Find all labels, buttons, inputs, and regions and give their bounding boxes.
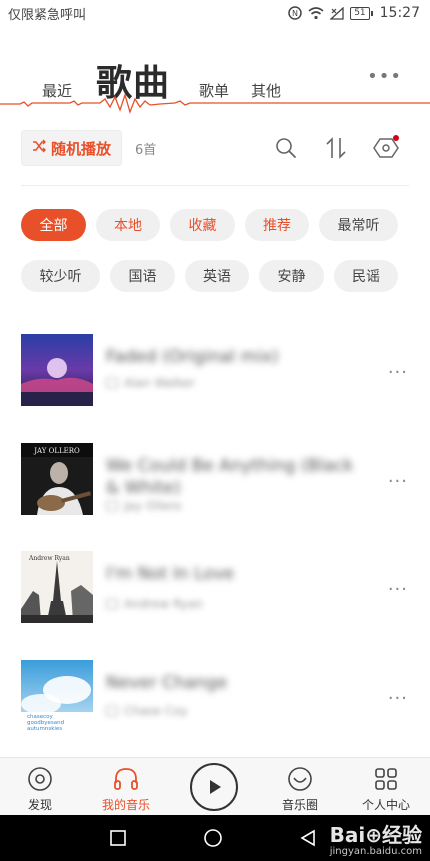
nav-discover[interactable]: 发现 <box>20 758 60 816</box>
headphones-icon <box>111 764 141 794</box>
song-more-icon[interactable]: ··· <box>388 688 408 709</box>
quality-badge-icon <box>106 501 118 511</box>
bottom-nav: 发现 我的音乐 音乐圈 个人中心 <box>0 757 430 815</box>
svg-text:N: N <box>292 9 298 18</box>
system-nav-bar: Bai⊕经验 jingyan.baidu.com <box>0 815 430 861</box>
watermark: Bai⊕经验 jingyan.baidu.com <box>330 819 422 857</box>
disc-icon <box>25 764 55 794</box>
song-title: We Could Be Anything (Black & White) <box>106 456 354 498</box>
album-cover: chasecoy goodbyesand autumnskies <box>21 660 93 732</box>
smile-icon <box>285 764 315 794</box>
song-title: Faded (Original mix) <box>106 347 279 367</box>
song-row[interactable]: JAY OLLERO We Could Be Anything (Black &… <box>0 443 430 533</box>
album-cover <box>21 334 93 406</box>
wifi-icon <box>308 6 324 20</box>
album-cover: Andrew Ryan <box>21 551 93 623</box>
nav-my-music-label: 我的音乐 <box>101 798 150 812</box>
song-row[interactable]: chasecoy goodbyesand autumnskies Never C… <box>0 660 430 750</box>
chip-mandarin[interactable]: 国语 <box>110 260 175 292</box>
quality-badge-icon <box>106 599 118 609</box>
quality-badge-icon <box>106 706 118 716</box>
watermark-main: Bai⊕经验 <box>329 823 422 847</box>
song-artist: Andrew Ryan <box>106 597 203 611</box>
song-title: Never Change <box>106 673 228 693</box>
chip-recommended[interactable]: 推荐 <box>245 209 309 241</box>
chip-folk[interactable]: 民谣 <box>334 260 398 292</box>
settings-hex-icon[interactable] <box>372 134 400 162</box>
nav-music-circle[interactable]: 音乐圈 <box>278 758 322 816</box>
shuffle-icon <box>32 139 47 157</box>
shuffle-play-button[interactable]: 随机播放 <box>21 130 122 166</box>
nav-profile-label: 个人中心 <box>361 798 410 812</box>
song-artist-text: Chase Coy <box>124 704 188 718</box>
action-row: 随机播放 6首 <box>0 130 430 170</box>
nfc-icon: N <box>288 6 302 20</box>
song-artist-text: Alan Walker <box>124 376 195 390</box>
tab-wave-decoration <box>0 92 430 115</box>
song-row[interactable]: Andrew Ryan I'm Not In Love Andrew Ryan … <box>0 551 430 641</box>
status-icons: N 51 15:27 <box>288 5 420 21</box>
carrier-text: 仅限紧急呼叫 <box>8 7 87 23</box>
album-cover: JAY OLLERO <box>21 443 93 515</box>
play-icon <box>210 780 221 794</box>
chip-quiet[interactable]: 安静 <box>259 260 324 292</box>
song-count: 6首 <box>135 143 157 158</box>
song-artist: Chase Coy <box>106 704 188 718</box>
clock: 15:27 <box>379 5 420 21</box>
song-artist: Jay Ollero <box>106 499 181 513</box>
search-icon[interactable] <box>272 134 300 162</box>
song-more-icon[interactable]: ··· <box>388 471 408 492</box>
song-more-icon[interactable]: ··· <box>388 579 408 600</box>
nav-my-music[interactable]: 我的音乐 <box>96 758 156 816</box>
home-circle-icon[interactable] <box>203 828 223 848</box>
quality-badge-icon <box>106 378 118 388</box>
recents-square-icon[interactable] <box>108 828 128 848</box>
more-options-icon[interactable]: ••• <box>367 66 402 87</box>
chip-least-played[interactable]: 较少听 <box>21 260 100 292</box>
song-artist: Alan Walker <box>106 376 195 390</box>
grid-icon <box>371 764 401 794</box>
signal-icon <box>330 6 344 20</box>
song-artist-text: Jay Ollero <box>124 499 182 513</box>
svg-text:Andrew Ryan: Andrew Ryan <box>28 555 70 562</box>
divider <box>21 185 409 186</box>
play-button[interactable] <box>190 763 238 811</box>
song-title: I'm Not In Love <box>106 564 235 584</box>
song-artist-text: Andrew Ryan <box>124 597 203 611</box>
chip-local[interactable]: 本地 <box>96 209 160 241</box>
svg-text:autumnskies: autumnskies <box>27 726 62 732</box>
chip-all[interactable]: 全部 <box>21 209 86 241</box>
sort-icon[interactable] <box>322 134 350 162</box>
battery-icon: 51 <box>350 6 374 20</box>
nav-music-circle-label: 音乐圈 <box>281 798 318 812</box>
nav-discover-label: 发现 <box>27 798 52 812</box>
back-triangle-icon[interactable] <box>298 828 318 848</box>
status-bar: 仅限紧急呼叫 N 51 15:27 <box>0 0 430 26</box>
chip-favorites[interactable]: 收藏 <box>170 209 235 241</box>
watermark-sub: jingyan.baidu.com <box>329 846 422 857</box>
shuffle-label: 随机播放 <box>50 139 111 158</box>
nav-profile[interactable]: 个人中心 <box>358 758 414 816</box>
chip-english[interactable]: 英语 <box>185 260 249 292</box>
svg-text:JAY OLLERO: JAY OLLERO <box>33 447 80 455</box>
song-row[interactable]: Faded (Original mix) Alan Walker ··· <box>0 334 430 424</box>
chip-most-played[interactable]: 最常听 <box>319 209 398 241</box>
song-more-icon[interactable]: ··· <box>388 362 408 383</box>
